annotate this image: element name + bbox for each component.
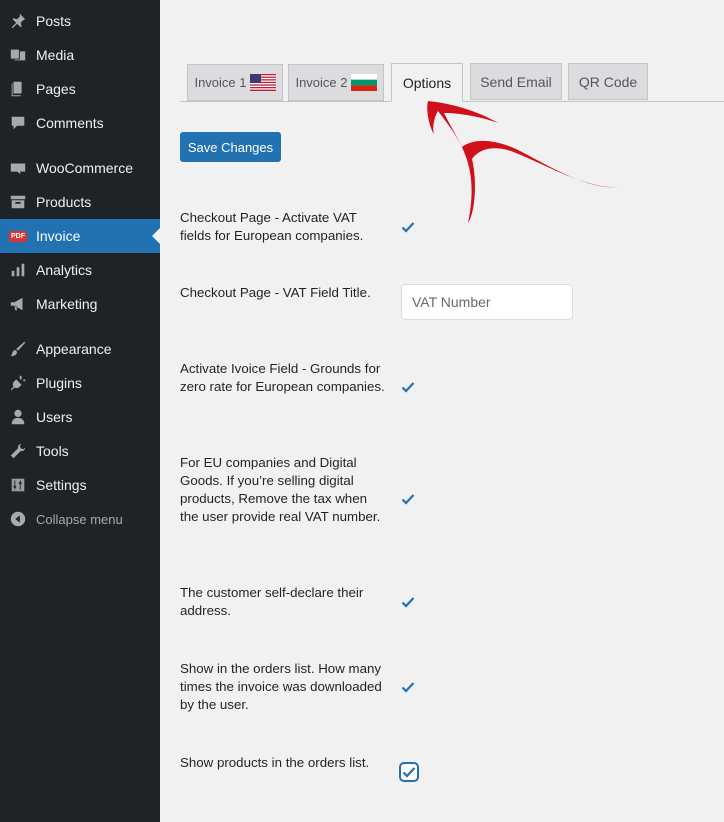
brush-icon	[8, 339, 28, 359]
media-icon	[8, 45, 28, 65]
sidebar-item-label: Comments	[36, 115, 104, 131]
vat-field-title-input[interactable]	[401, 284, 573, 320]
sidebar-item-plugins[interactable]: Plugins	[0, 366, 160, 400]
sidebar-item-label: Posts	[36, 13, 72, 29]
comments-icon	[8, 113, 28, 133]
option-label-show-products: Show products in the orders list.	[180, 755, 370, 770]
tab-label: Options	[402, 74, 452, 91]
admin-sidebar: Posts Media Pages Comments WooCommerce P…	[0, 0, 160, 822]
option-label-download-count: Show in the orders list. How many times …	[180, 661, 382, 712]
sidebar-item-media[interactable]: Media	[0, 38, 160, 72]
bg-flag-icon	[350, 74, 377, 91]
checkbox-show-products[interactable]	[400, 763, 418, 781]
sidebar-item-label: WooCommerce	[36, 160, 133, 176]
tab-label: Send Email	[480, 73, 552, 90]
pages-icon	[8, 79, 28, 99]
user-icon	[8, 407, 28, 427]
sidebar-item-label: Settings	[36, 477, 87, 493]
checkmark-icon	[401, 597, 415, 608]
collapse-menu-label: Collapse menu	[36, 511, 123, 527]
active-indicator	[152, 228, 160, 244]
checkbox-download-count[interactable]	[400, 679, 416, 695]
sidebar-item-label: Media	[36, 47, 75, 63]
settings-tabs: Invoice 1 Invoice 2 Options Send Email Q…	[180, 62, 724, 102]
checkmark-icon	[401, 494, 415, 505]
tab-invoice-1[interactable]: Invoice 1	[187, 64, 283, 101]
option-label-self-declare: The customer self-declare their address.	[180, 585, 364, 618]
archive-icon	[8, 192, 28, 212]
pin-icon	[8, 11, 28, 31]
checkbox-digital-goods[interactable]	[400, 491, 416, 507]
sidebar-item-settings[interactable]: Settings	[0, 468, 160, 502]
sliders-icon	[8, 475, 28, 495]
plug-icon	[8, 373, 28, 393]
collapse-icon	[8, 509, 28, 529]
us-flag-icon	[249, 74, 276, 91]
tab-send-email[interactable]: Send Email	[470, 63, 562, 100]
tab-label: Invoice 1	[194, 75, 247, 90]
tab-qr-code[interactable]: QR Code	[568, 63, 648, 100]
tab-label: Invoice 2	[295, 75, 348, 90]
woo-icon	[8, 158, 28, 178]
sidebar-item-marketing[interactable]: Marketing	[0, 287, 160, 321]
sidebar-item-users[interactable]: Users	[0, 400, 160, 434]
tab-label: QR Code	[578, 73, 638, 90]
sidebar-item-label: Invoice	[36, 228, 81, 244]
wrench-icon	[8, 441, 28, 461]
sidebar-item-label: Pages	[36, 81, 76, 97]
annotation-arrow-icon	[427, 101, 620, 223]
option-label-vat-title: Checkout Page - VAT Field Title.	[180, 285, 371, 300]
checkbox-self-declare[interactable]	[400, 594, 416, 610]
sidebar-item-label: Analytics	[36, 262, 93, 278]
megaphone-icon	[8, 294, 28, 314]
save-changes-button[interactable]: Save Changes	[180, 132, 281, 162]
sidebar-item-appearance[interactable]: Appearance	[0, 332, 160, 366]
sidebar-item-posts[interactable]: Posts	[0, 4, 160, 38]
checkbox-vat-fields[interactable]	[400, 219, 416, 235]
pdf-badge: PDF	[9, 230, 27, 242]
pdf-icon: PDF	[8, 226, 28, 246]
tab-options[interactable]: Options	[391, 63, 463, 102]
sidebar-item-label: Tools	[36, 443, 69, 459]
checkmark-icon	[401, 382, 415, 393]
sidebar-item-invoice[interactable]: PDF Invoice	[0, 219, 160, 253]
sidebar-item-label: Appearance	[36, 341, 112, 357]
option-label-vat-fields: Checkout Page - Activate VAT fields for …	[180, 210, 364, 243]
sidebar-item-label: Marketing	[36, 296, 98, 312]
option-label-zero-rate: Activate Ivoice Field - Grounds for zero…	[180, 361, 385, 394]
sidebar-item-analytics[interactable]: Analytics	[0, 253, 160, 287]
sidebar-item-label: Users	[36, 409, 73, 425]
option-label-digital-goods: For EU companies and Digital Goods. If y…	[180, 455, 381, 524]
checkbox-zero-rate[interactable]	[400, 379, 416, 395]
sidebar-item-label: Plugins	[36, 375, 82, 391]
sidebar-item-woocommerce[interactable]: WooCommerce	[0, 151, 160, 185]
tab-invoice-2[interactable]: Invoice 2	[288, 64, 384, 101]
sidebar-item-comments[interactable]: Comments	[0, 106, 160, 140]
bar-chart-icon	[8, 260, 28, 280]
collapse-menu-button[interactable]: Collapse menu	[0, 502, 160, 536]
sidebar-item-label: Products	[36, 194, 92, 210]
sidebar-item-pages[interactable]: Pages	[0, 72, 160, 106]
sidebar-item-products[interactable]: Products	[0, 185, 160, 219]
checkmark-icon	[402, 767, 416, 778]
sidebar-item-tools[interactable]: Tools	[0, 434, 160, 468]
checkmark-icon	[401, 682, 415, 693]
checkmark-icon	[401, 222, 415, 233]
